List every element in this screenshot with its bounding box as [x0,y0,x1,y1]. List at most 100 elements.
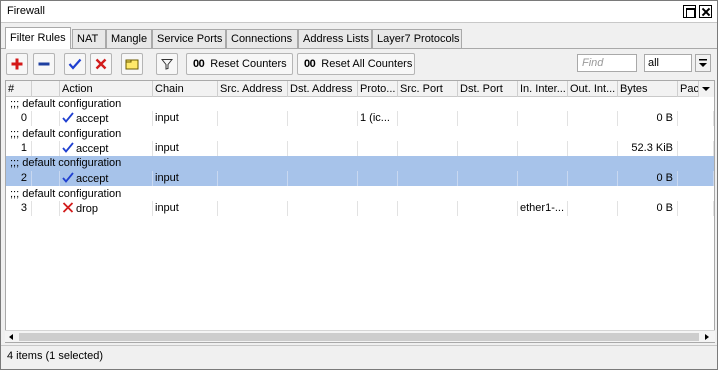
col-flags[interactable] [32,81,60,97]
cell-in-interface [518,171,568,186]
reset-counters-button[interactable]: 00 Reset Counters [186,53,293,75]
cell-bytes: 52.3 KiB [618,141,678,156]
cell-flags [32,111,60,126]
action-label: accept [76,113,109,125]
rule-comment: ;;; default configuration [10,157,122,169]
tab-nat[interactable]: NAT [72,29,106,48]
chevron-down-icon [699,59,707,67]
add-button[interactable] [6,53,28,75]
scroll-right-button[interactable] [701,331,713,343]
check-icon [62,112,74,123]
maximize-button[interactable] [683,5,696,18]
table-row[interactable]: 2 accept input 0 B [6,171,714,186]
cell-number: 3 [6,201,32,216]
minus-icon [38,62,50,66]
close-button[interactable] [699,5,712,18]
cell-chain: input [153,141,218,156]
comment-row[interactable]: ;;; default configuration [6,127,714,142]
cell-action: drop [60,201,153,216]
cell-dst-address [288,201,358,216]
find-input[interactable] [577,54,637,72]
cell-src-port [398,171,458,186]
scroll-left-button[interactable] [5,331,17,343]
cell-dst-port [458,141,518,156]
table-row[interactable]: 0 accept input 1 (ic... 0 B [6,111,714,126]
reset-counters-label: Reset Counters [210,58,287,70]
rules-table: # Action Chain Src. Address Dst. Address… [5,80,715,343]
tab-connections[interactable]: Connections [226,29,298,48]
tab-layer7-protocols[interactable]: Layer7 Protocols [372,29,462,48]
cell-chain: input [153,171,218,186]
columns-dropdown-button[interactable] [698,81,714,97]
col-action[interactable]: Action [60,81,153,97]
col-chain[interactable]: Chain [153,81,218,97]
table-row[interactable]: 3 drop input ether1-... 0 B [6,201,714,216]
col-src-port[interactable]: Src. Port [398,81,458,97]
tab-address-lists[interactable]: Address Lists [298,29,372,48]
check-icon [62,172,74,183]
comment-row[interactable]: ;;; default configuration [6,156,714,171]
status-bar: 4 items (1 selected) [1,345,717,369]
cell-in-interface: ether1-... [518,201,568,216]
cell-in-interface [518,111,568,126]
cell-protocol: 1 (ic... [358,111,398,126]
comment-button[interactable] [121,53,143,75]
horizontal-scrollbar[interactable] [5,330,715,342]
cell-src-port [398,111,458,126]
cell-src-address [218,111,288,126]
action-label: accept [76,173,109,185]
cell-packets [678,201,714,216]
reset-all-counters-button[interactable]: 00 Reset All Counters [297,53,415,75]
cell-dst-port [458,171,518,186]
table-row[interactable]: 1 accept input 52.3 KiB [6,141,714,156]
tab-filter-rules[interactable]: Filter Rules [5,27,71,49]
col-in-interface[interactable]: In. Inter... [518,81,568,97]
cell-flags [32,141,60,156]
cell-out-interface [568,171,618,186]
cell-dst-address [288,171,358,186]
cell-protocol [358,201,398,216]
cell-dst-address [288,111,358,126]
cell-number: 0 [6,111,32,126]
cell-out-interface [568,111,618,126]
x-icon [62,202,74,213]
col-dst-port[interactable]: Dst. Port [458,81,518,97]
remove-button[interactable] [33,53,55,75]
col-protocol[interactable]: Proto... [358,81,398,97]
tab-divider [1,48,717,49]
cell-dst-port [458,111,518,126]
rule-comment: ;;; default configuration [10,98,122,110]
comment-row[interactable]: ;;; default configuration [6,187,714,202]
note-icon [125,59,139,70]
cell-protocol [358,141,398,156]
tab-service-ports[interactable]: Service Ports [152,29,226,48]
counter-icon: 00 [193,58,205,70]
filter-button[interactable] [156,53,178,75]
col-bytes[interactable]: Bytes [618,81,678,97]
enable-button[interactable] [64,53,86,75]
cell-in-interface [518,141,568,156]
cell-out-interface [568,141,618,156]
cell-dst-address [288,141,358,156]
cell-number: 2 [6,171,32,186]
filter-dropdown-button[interactable] [695,54,711,72]
counter-icon: 00 [304,58,316,70]
arrow-right-icon [705,334,709,340]
col-dst-address[interactable]: Dst. Address [288,81,358,97]
col-packets[interactable]: Pac [678,81,700,97]
funnel-icon [161,59,173,70]
action-label: accept [76,143,109,155]
check-icon [62,142,74,153]
filter-select[interactable]: all [644,54,692,72]
col-out-interface[interactable]: Out. Int... [568,81,618,97]
col-src-address[interactable]: Src. Address [218,81,288,97]
check-icon [68,58,82,70]
cell-chain: input [153,201,218,216]
tab-mangle[interactable]: Mangle [106,29,152,48]
col-number[interactable]: # [6,81,32,97]
firewall-window: Firewall Filter Rules NAT Mangle Service… [0,0,718,370]
disable-button[interactable] [90,53,112,75]
scrollbar-thumb[interactable] [19,333,699,341]
comment-row[interactable]: ;;; default configuration [6,97,714,112]
cell-action: accept [60,141,153,156]
